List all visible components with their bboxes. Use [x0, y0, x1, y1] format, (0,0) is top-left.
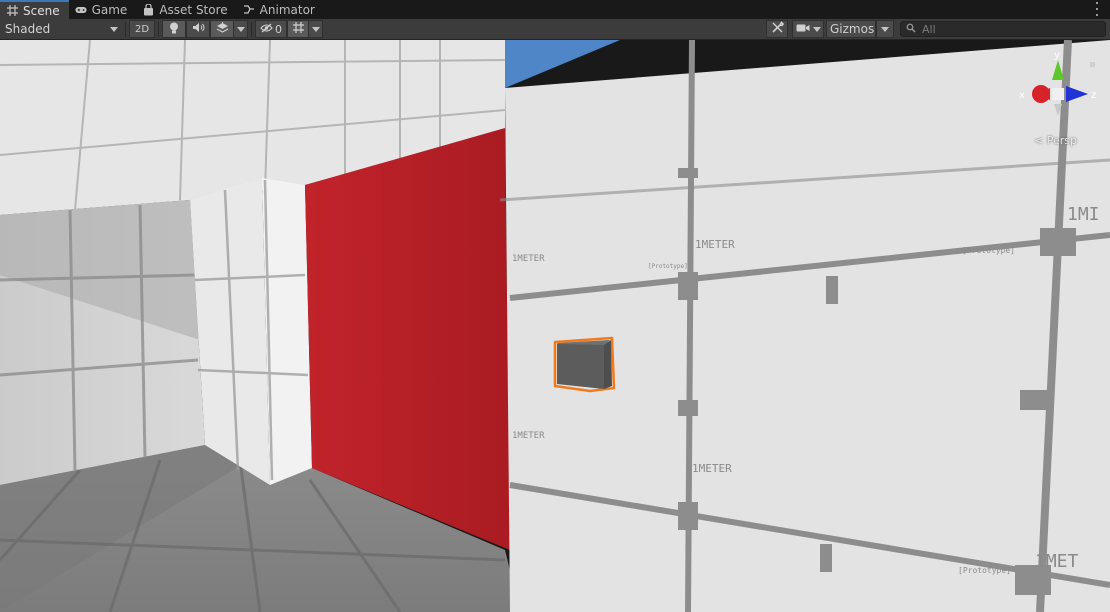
2d-label: 2D — [134, 23, 150, 35]
tab-asset-store[interactable]: Asset Store — [136, 0, 236, 19]
axis-z-label: z — [1091, 90, 1096, 101]
tab-game[interactable]: Game — [69, 0, 137, 19]
chevron-down-icon — [812, 26, 821, 32]
axis-neg-z — [1090, 62, 1095, 67]
gamepad-icon — [75, 4, 87, 16]
tools-button[interactable] — [766, 20, 788, 38]
toolbar-divider — [251, 21, 252, 37]
toolbar-divider — [158, 21, 159, 37]
effects-layers-icon — [216, 21, 229, 37]
scene-viewport[interactable]: 1METER 1METER 1METER 1METER 1MET 1MI [Pr… — [0, 40, 1110, 612]
tab-scene[interactable]: Scene — [0, 0, 69, 19]
axis-x-label: x — [1019, 90, 1025, 101]
tab-label: Scene — [23, 3, 60, 18]
axis-neg-y-cone — [1054, 104, 1062, 116]
prototype-label: [Prototype] — [648, 263, 688, 270]
gizmos-button[interactable]: Gizmos — [826, 20, 876, 38]
grid-toggle-button[interactable] — [287, 20, 309, 38]
lighting-toggle-button[interactable] — [162, 20, 186, 38]
search-input[interactable] — [922, 22, 1092, 36]
prototype-label: [Prototype] — [958, 566, 1011, 575]
tab-label: Game — [91, 2, 128, 17]
hierarchy-search[interactable] — [900, 21, 1106, 37]
editor-tab-bar: Scene Game Asset Store Animator — [0, 0, 1110, 19]
bag-icon — [142, 3, 154, 16]
meter-label: 1METER — [512, 254, 545, 264]
search-icon — [906, 22, 916, 36]
draw-mode-dropdown[interactable]: Shaded — [0, 20, 122, 39]
effects-toggle-button[interactable] — [210, 20, 234, 38]
tools-icon — [771, 21, 784, 37]
meter-label: 1METER — [692, 462, 732, 475]
scene-toolbar: Shaded 2D 0 Gizmos All — [0, 19, 1110, 40]
chevron-down-icon — [881, 26, 889, 32]
cube-side — [604, 340, 612, 389]
camera-icon — [796, 23, 810, 36]
tab-animator[interactable]: Animator — [237, 0, 324, 19]
effects-dropdown[interactable] — [234, 20, 248, 38]
axis-y-cone — [1052, 60, 1064, 80]
speaker-icon — [192, 22, 205, 36]
projection-toggle[interactable]: < Persp — [1034, 134, 1077, 147]
grid-icon — [6, 5, 18, 17]
hidden-count: 0 — [275, 22, 282, 36]
meter-label: 1METER — [695, 238, 735, 251]
grid-dropdown[interactable] — [309, 20, 323, 38]
prototype-label: [Prototype] — [962, 246, 1015, 255]
chevron-down-icon — [110, 26, 118, 32]
axis-z-cone — [1066, 86, 1088, 102]
meter-label-cut: 1MI — [1067, 204, 1100, 225]
axis-y-label: y — [1054, 50, 1060, 61]
gizmos-label: Gizmos — [830, 22, 875, 36]
chevron-down-icon — [311, 26, 320, 32]
scene-render: 1METER 1METER 1METER 1METER 1MET 1MI [Pr… — [0, 40, 1110, 612]
animator-icon — [243, 4, 255, 16]
2d-toggle-button[interactable]: 2D — [129, 20, 155, 38]
orientation-gizmo[interactable]: y x z — [1010, 46, 1105, 146]
eye-slash-icon — [260, 23, 273, 36]
toolbar-divider — [125, 21, 126, 37]
more-options-icon[interactable] — [1094, 2, 1100, 16]
gizmos-dropdown[interactable] — [876, 20, 894, 38]
axis-center-cube — [1052, 88, 1064, 100]
hidden-objects-toggle[interactable]: 0 — [255, 20, 287, 38]
meter-label-cut: 1MET — [1035, 551, 1079, 572]
draw-mode-value: Shaded — [5, 22, 51, 36]
audio-toggle-button[interactable] — [186, 20, 210, 38]
tab-label: Asset Store — [159, 2, 228, 17]
tab-label: Animator — [259, 2, 315, 17]
cube-front — [557, 344, 604, 389]
chevron-down-icon — [236, 26, 245, 32]
grid-snap-icon — [292, 21, 305, 37]
camera-settings-button[interactable] — [792, 20, 824, 38]
meter-label: 1METER — [512, 431, 545, 441]
lightbulb-icon — [169, 22, 179, 37]
